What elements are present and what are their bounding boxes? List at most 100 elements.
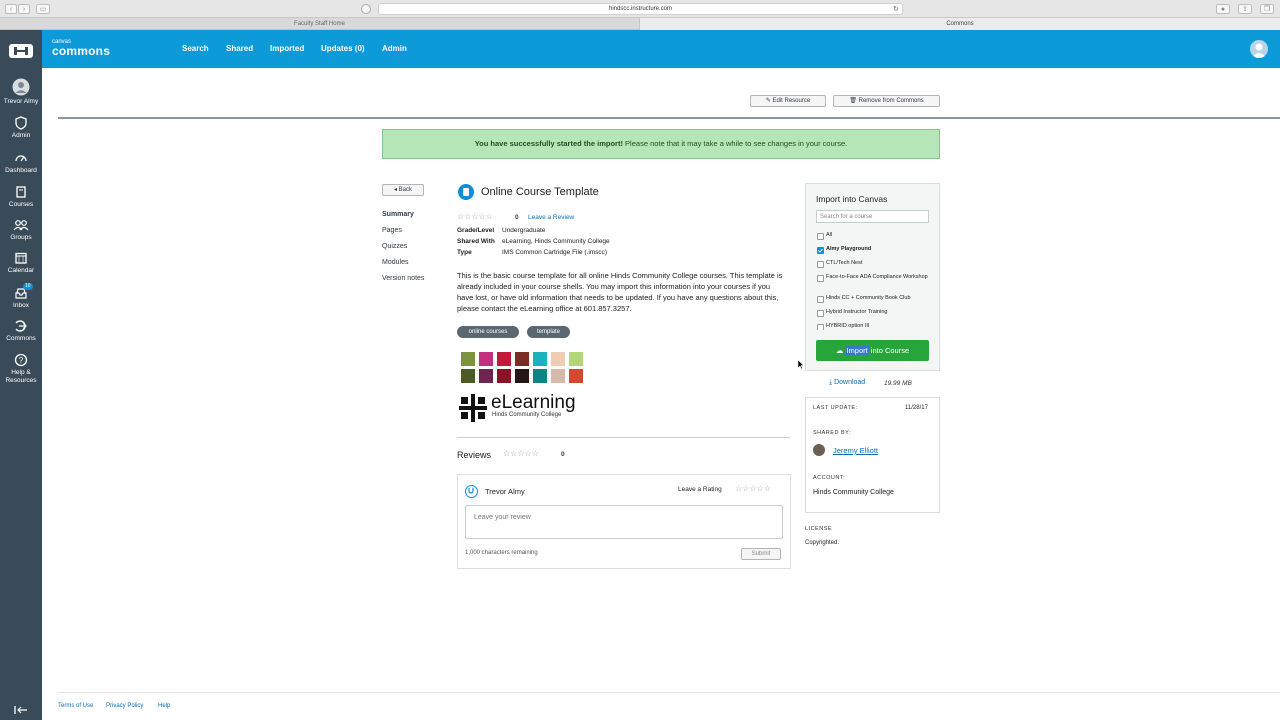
subnav-pages[interactable]: Pages	[382, 227, 402, 234]
course-checkbox-label[interactable]: All	[826, 232, 932, 239]
color-swatch	[533, 352, 547, 366]
course-checkbox[interactable]	[817, 275, 824, 282]
review-textarea[interactable]: Leave your review	[465, 505, 783, 539]
color-swatch	[533, 369, 547, 383]
collapse-sidebar-icon[interactable]	[0, 705, 42, 717]
import-label: into Course	[868, 346, 910, 355]
course-checkbox[interactable]	[817, 233, 824, 240]
course-checkbox[interactable]	[817, 247, 824, 254]
tab-commons[interactable]: Commons	[640, 18, 1280, 30]
help-link[interactable]: Help	[158, 703, 170, 709]
back-button[interactable]: ◂ Back	[382, 184, 424, 196]
back-arrow-icon[interactable]: ‹	[5, 4, 17, 14]
nav-imported[interactable]: Imported	[270, 44, 304, 53]
course-checkbox-label[interactable]: CTL/Tech Nest	[826, 260, 932, 267]
sidebar-item-courses[interactable]: Courses	[0, 185, 42, 209]
import-into-course-button[interactable]: ☁ Import into Course	[816, 340, 929, 361]
nav-updates[interactable]: Updates (0)	[321, 44, 365, 53]
elearning-mark-icon	[459, 394, 487, 422]
sidebar-item-dashboard[interactable]: Dashboard	[0, 151, 42, 175]
tab-faculty-staff-home[interactable]: Faculty Staff Home	[0, 18, 640, 30]
sidebar-item-label-2: Resources	[5, 377, 37, 384]
success-alert: You have successfully started the import…	[382, 129, 940, 159]
nav-search[interactable]: Search	[182, 44, 209, 53]
meta-value-type: IMS Common Cartridge File (.imscc)	[502, 249, 608, 256]
last-update-value: 11/28/17	[905, 405, 928, 411]
sidebar-item-calendar[interactable]: Calendar	[0, 251, 42, 275]
groups-icon	[13, 220, 29, 231]
reload-icon[interactable]: ↻	[893, 5, 899, 13]
meta-value-grade: Undergraduate	[502, 227, 546, 234]
course-checkbox[interactable]	[817, 296, 824, 303]
account-label: ACCOUNT:	[813, 475, 846, 481]
sidebar-item-admin[interactable]: Admin	[0, 116, 42, 140]
resource-description: This is the basic course template for al…	[457, 271, 783, 313]
sidebar-item-label: Inbox	[13, 302, 29, 309]
privacy-policy-link[interactable]: Privacy Policy	[106, 703, 143, 709]
course-checkbox-label[interactable]: Face-to-Face ADA Compliance Workshop	[826, 274, 932, 281]
color-swatch	[461, 352, 475, 366]
dashboard-icon	[15, 155, 27, 162]
leave-rating-label: Leave a Rating	[678, 486, 722, 493]
leave-review-link[interactable]: Leave a Review	[528, 214, 574, 221]
color-swatch	[479, 352, 493, 366]
subnav-summary[interactable]: Summary	[382, 211, 414, 218]
remove-from-commons-button[interactable]: 🗑 Remove from Commons	[833, 95, 940, 107]
download-label: Download	[834, 379, 866, 386]
tab-bar: Faculty Staff Home Commons	[0, 18, 1280, 30]
browser-toolbar: ‹ › ▭ hindscc.instructure.com ↻ ● ⇪ ❐	[0, 0, 1280, 18]
search-course-input[interactable]: Search for a course	[816, 210, 929, 223]
tabs-icon[interactable]: ❐	[1260, 4, 1274, 14]
terms-of-use-link[interactable]: Terms of Use	[58, 703, 93, 709]
sidebar-item-label: Commons	[6, 335, 36, 342]
divider	[457, 437, 790, 438]
edit-resource-button[interactable]: ✎ Edit Resource	[750, 95, 826, 107]
submit-button[interactable]: Submit	[741, 548, 781, 560]
subnav-modules[interactable]: Modules	[382, 259, 408, 266]
share-icon[interactable]: ⇪	[1238, 4, 1252, 14]
course-checkbox-label[interactable]: Hybrid Instructor Training	[826, 309, 932, 316]
sidebar-item-help[interactable]: ? Help & Resources	[0, 353, 42, 385]
sidebar-item-account[interactable]: Trevor Almy	[0, 78, 42, 106]
download-link[interactable]: ⤓ Download	[829, 379, 865, 387]
course-checkbox-label[interactable]: HYBRID option III	[826, 323, 932, 330]
reviews-count: 0	[561, 451, 565, 458]
subnav-quizzes[interactable]: Quizzes	[382, 243, 407, 250]
sidebar-item-label: Courses	[8, 201, 34, 208]
course-checkbox[interactable]	[817, 261, 824, 268]
color-swatch	[479, 369, 493, 383]
subnav-version-notes[interactable]: Version notes	[382, 275, 424, 282]
course-list: All Almy Playground CTL/Tech Nest Face-to-F…	[805, 230, 940, 330]
canvas-commons-logo[interactable]: canvas commons	[52, 39, 110, 58]
sidebar-item-inbox[interactable]: 10 Inbox	[0, 283, 42, 310]
forward-arrow-icon[interactable]: ›	[18, 4, 30, 14]
elearning-logo-text: eLearning	[491, 392, 576, 413]
tag-template[interactable]: template	[527, 326, 570, 338]
nav-shared[interactable]: Shared	[226, 44, 253, 53]
reviewer-avatar-icon	[465, 485, 478, 498]
rating-input-stars[interactable]: ☆☆☆☆☆	[735, 484, 771, 493]
sidebar-item-groups[interactable]: Groups	[0, 218, 42, 242]
sidebar-item-label: Admin	[11, 132, 31, 139]
rating-stars: ☆☆☆☆☆	[457, 212, 493, 221]
alert-bold: You have successfully started the import…	[474, 139, 623, 148]
mouse-cursor-icon	[797, 359, 805, 372]
svg-text:?: ?	[19, 356, 24, 365]
color-swatch	[569, 369, 583, 383]
hinds-logo-icon[interactable]	[9, 44, 33, 58]
tag-online-courses[interactable]: online courses	[457, 326, 519, 338]
nav-admin[interactable]: Admin	[382, 44, 407, 53]
address-bar[interactable]: hindscc.instructure.com	[378, 3, 903, 15]
sidebar-toggle-icon[interactable]: ▭	[36, 4, 50, 14]
course-checkbox-label[interactable]: Hinds CC + Community Book Club	[826, 295, 932, 302]
course-checkbox[interactable]	[817, 324, 824, 330]
shared-by-link[interactable]: Jeremy Elliott	[833, 446, 878, 455]
sidebar-item-commons[interactable]: Commons	[0, 319, 42, 343]
course-checkbox-label[interactable]: Almy Playground	[826, 246, 932, 253]
course-checkbox[interactable]	[817, 310, 824, 317]
meta-label-grade: Grade/Level	[457, 227, 495, 234]
license-value: Copyrighted.	[805, 540, 840, 546]
privacy-icon[interactable]	[361, 4, 371, 14]
download-icon[interactable]: ●	[1216, 4, 1230, 14]
user-avatar-icon[interactable]	[1250, 40, 1268, 58]
